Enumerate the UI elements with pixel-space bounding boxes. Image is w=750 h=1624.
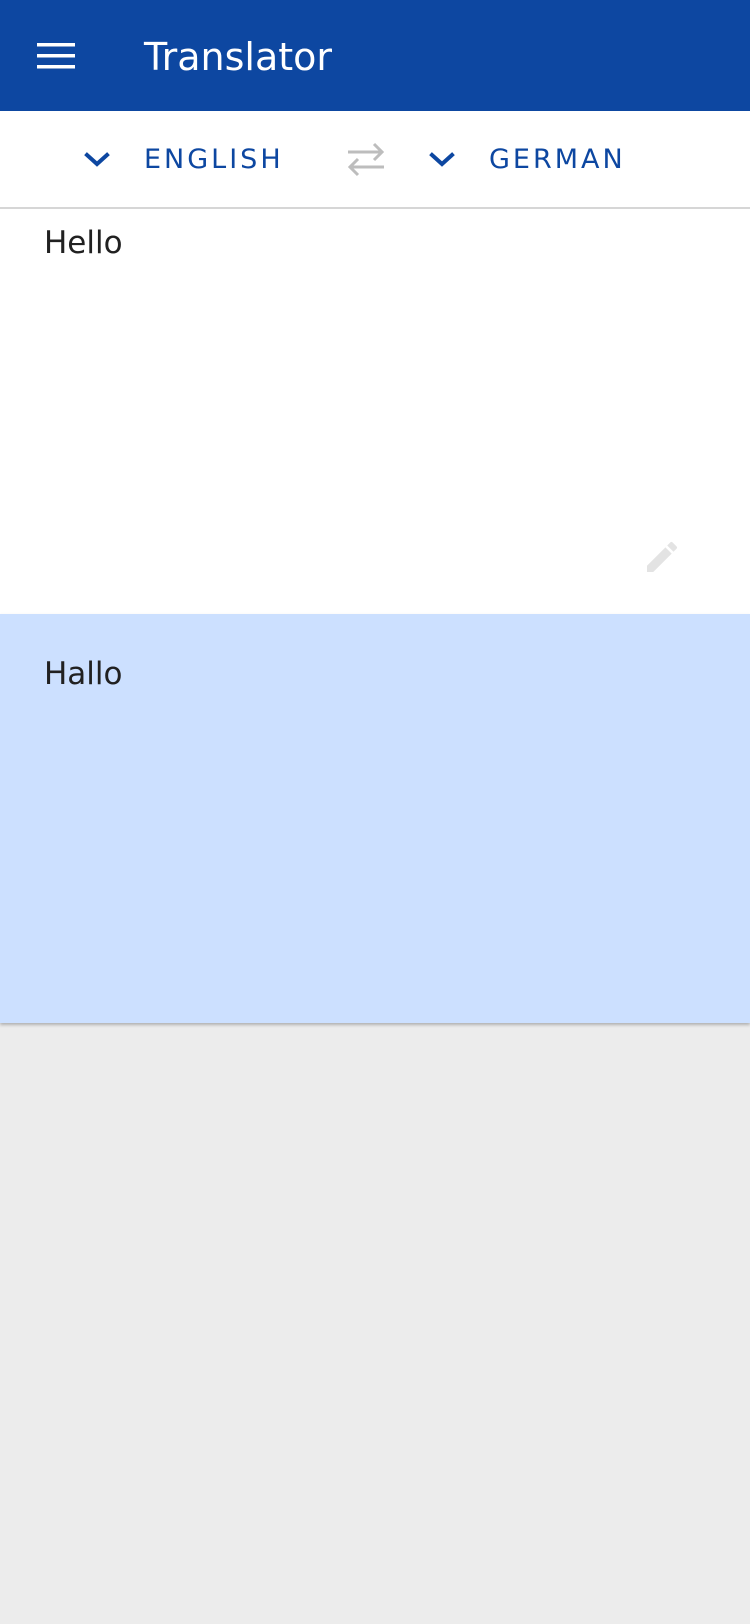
swap-languages-button[interactable] [340,136,392,182]
hamburger-menu-icon [37,43,75,69]
source-text-input[interactable]: Hello [44,225,644,261]
pencil-icon [647,541,678,572]
edit-button[interactable] [636,531,688,583]
swap-arrows-icon [347,142,385,177]
app-title: Translator [144,35,333,79]
menu-button[interactable] [22,24,90,88]
language-bar: ENGLISH GERMAN [0,111,750,209]
translation-result-text: Hallo [44,656,123,692]
source-language-label: ENGLISH [144,143,284,175]
chevron-down-icon [80,142,114,176]
target-language-selector[interactable]: GERMAN [425,111,626,207]
source-language-selector[interactable]: ENGLISH [80,111,284,207]
target-language-label: GERMAN [489,143,626,175]
chevron-down-icon [425,142,459,176]
translation-result-pane: Hallo [0,614,750,1023]
source-text-pane: Hello [0,209,750,614]
app-bar: Translator [0,0,750,111]
